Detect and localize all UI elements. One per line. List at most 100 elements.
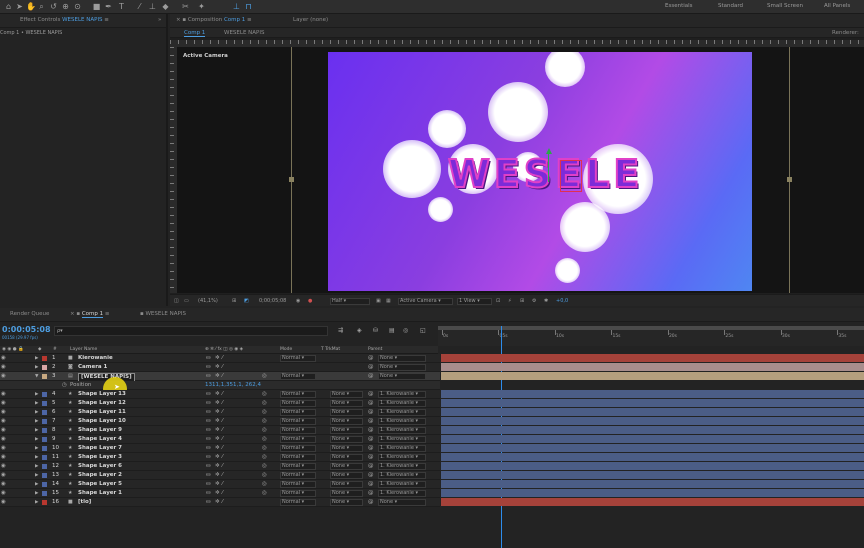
mode-dropdown[interactable]: Normal ▾ [280,418,316,425]
shy-switch-icon[interactable]: ⛀ [206,498,211,507]
parent-dropdown[interactable]: 1. Kierowanie ▾ [378,391,426,398]
layer-duration-bar[interactable] [441,399,864,407]
layer-name[interactable]: Shape Layer 1 [78,489,122,498]
comp-nav-layer[interactable]: WESELE NAPIS [224,30,264,36]
layer-row[interactable]: ◉ ▶ 8 ★ Shape Layer 9 ⛀ ✲ ⁄ ◎ Normal ▾ None ▾ @1. K… [0,426,440,435]
layer-row[interactable]: ◉ ▶ 5 ★ Shape Layer 12 ⛀ ✲ ⁄ ◎ Normal ▾ None ▾ @1. … [0,399,440,408]
layer-row[interactable]: ◉ ▶ 7 ★ Shape Layer 10 ⛀ ✲ ⁄ ◎ Normal ▾ None ▾ @1. … [0,417,440,426]
layer-row[interactable]: ◉ ▶ 10 ★ Shape Layer 7 ⛀ ✲ ⁄ ◎ Normal ▾ None ▾ @1. … [0,444,440,453]
label-color-swatch[interactable] [42,491,47,496]
parent-dropdown[interactable]: 1. Kierowanie ▾ [378,445,426,452]
mode-dropdown[interactable]: Normal ▾ [280,490,316,497]
wesele-text[interactable]: WESELE [447,151,643,197]
collapse-switch-icon[interactable]: ✲ [215,489,220,498]
quality-switch-icon[interactable]: ⁄ [222,417,223,426]
label-color-swatch[interactable] [42,500,47,505]
quality-switch-icon[interactable]: ⁄ [222,462,223,471]
view-dropdown[interactable]: Active Camera ▾ [398,298,453,305]
expand-triangle-icon[interactable]: ▶ [35,480,38,489]
expand-triangle-icon[interactable]: ▼ [35,372,38,381]
visibility-eye-icon[interactable]: ◉ [1,471,6,480]
frame-blending-icon[interactable]: ▤ [389,327,395,334]
layer-row[interactable]: ◉ ▼ 3 ▤ [WESELE NAPIS] ⛀ ✲ ⁄ ◎ Normal ▾ @ None ▾ [0,372,440,382]
layer-row[interactable]: ◉ ▶ 16 ■ [tlo] ⛀ ✲ ⁄ Normal ▾ None ▾ @ None ▾ [0,498,440,507]
quality-switch-icon[interactable]: ⁄ [222,372,223,381]
shy-switch-icon[interactable]: ⛀ [206,480,211,489]
layer-row[interactable]: ◉ ▶ 13 ★ Shape Layer 2 ⛀ ✲ ⁄ ◎ Normal ▾ None ▾ @1. … [0,471,440,480]
shy-switch-icon[interactable]: ⛀ [206,354,211,363]
graph-editor-icon[interactable]: ◱ [420,327,426,334]
trkmat-dropdown[interactable]: None ▾ [330,463,363,470]
pickwhip-icon[interactable]: @ [368,498,374,507]
expand-triangle-icon[interactable]: ▶ [35,354,38,363]
visibility-eye-icon[interactable]: ◉ [1,417,6,426]
mode-dropdown[interactable]: Normal ▾ [280,409,316,416]
pickwhip-icon[interactable]: @ [368,462,374,471]
resolution-dropdown[interactable]: Half ▾ [330,298,370,305]
shy-layers-icon[interactable]: ⛁ [373,327,378,334]
label-color-swatch[interactable] [42,455,47,460]
parent-dropdown[interactable]: 1. Kierowanie ▾ [378,472,426,479]
pen-tool-icon[interactable]: ✒ [104,2,113,11]
expand-triangle-icon[interactable]: ▶ [35,399,38,408]
trkmat-dropdown[interactable]: None ▾ [330,391,363,398]
expand-triangle-icon[interactable]: ▶ [35,426,38,435]
shy-switch-icon[interactable]: ⛀ [206,426,211,435]
render-queue-tab[interactable]: Render Queue [10,311,49,317]
roto-tool-icon[interactable]: ✂ [181,2,190,11]
expand-triangle-icon[interactable]: ▶ [35,471,38,480]
layer-tab[interactable]: Layer (none) [293,17,328,23]
collapse-switch-icon[interactable]: ✲ [215,435,220,444]
brush-tool-icon[interactable]: ⁄ [135,2,144,11]
collapse-switch-icon[interactable]: ✲ [215,390,220,399]
3d-layer-icon[interactable]: ◎ [262,372,267,381]
layer-name[interactable]: Camera 1 [78,363,107,372]
trkmat-dropdown[interactable]: None ▾ [330,472,363,479]
mode-dropdown[interactable]: Normal ▾ [280,436,316,443]
visibility-eye-icon[interactable]: ◉ [1,480,6,489]
visibility-eye-icon[interactable]: ◉ [1,444,6,453]
label-color-swatch[interactable] [42,410,47,415]
mode-dropdown[interactable]: Normal ▾ [280,463,316,470]
visibility-eye-icon[interactable]: ◉ [1,453,6,462]
parent-dropdown[interactable]: 1. Kierowanie ▾ [378,490,426,497]
selection-tool-icon[interactable]: ➤ [15,2,24,11]
shy-switch-icon[interactable]: ⛀ [206,489,211,498]
panel-overflow-icon[interactable]: » [158,17,161,23]
trkmat-dropdown[interactable]: None ▾ [330,400,363,407]
visibility-eye-icon[interactable]: ◉ [1,363,6,372]
collapse-switch-icon[interactable]: ✲ [215,453,220,462]
text-tool-icon[interactable]: T [117,2,126,11]
collapse-switch-icon[interactable]: ✲ [215,498,220,507]
parent-dropdown[interactable]: None ▾ [378,499,426,506]
grid-icon[interactable]: ⊞ [232,298,236,304]
collapse-switch-icon[interactable]: ✲ [215,462,220,471]
layer-row[interactable]: ◉ ▶ 6 ★ Shape Layer 11 ⛀ ✲ ⁄ ◎ Normal ▾ None ▾ @1. … [0,408,440,417]
visibility-eye-icon[interactable]: ◉ [1,462,6,471]
trkmat-dropdown[interactable]: None ▾ [330,418,363,425]
layer-name[interactable]: Shape Layer 13 [78,390,126,399]
hand-tool-icon[interactable]: ✋ [26,2,36,11]
shy-switch-icon[interactable]: ⛀ [206,408,211,417]
layer-row[interactable]: ◉ ▶ 4 ★ Shape Layer 13 ⛀ ✲ ⁄ ◎ Normal ▾ None ▾ @1. … [0,390,440,399]
trkmat-dropdown[interactable]: None ▾ [330,454,363,461]
position-property-row[interactable]: ◷ Position 1311,1,351,1, 262,4 ➤ [0,377,440,401]
3d-layer-icon[interactable]: ◎ [262,453,267,462]
mode-header[interactable]: Mode [280,346,292,354]
clone-tool-icon[interactable]: ⊥ [148,2,157,11]
parent-dropdown[interactable]: None ▾ [378,364,426,371]
comp-mini-flowchart-icon[interactable]: ⇶ [338,327,343,334]
expand-triangle-icon[interactable]: ▶ [35,408,38,417]
label-color-swatch[interactable] [42,482,47,487]
layer-duration-bar[interactable] [441,390,864,398]
mode-dropdown[interactable]: Normal ▾ [280,472,316,479]
collapse-switch-icon[interactable]: ✲ [215,372,220,381]
layer-row[interactable]: ◉ ▶ 1 ■ Kierowanie ⛀ ✲ ⁄ Normal ▾ @ None ▾ [0,354,440,363]
layer-duration-bar[interactable] [441,363,864,371]
layer-duration-bar[interactable] [441,426,864,434]
pickwhip-icon[interactable]: @ [368,372,374,381]
trkmat-dropdown[interactable]: None ▾ [330,499,363,506]
3d-layer-icon[interactable]: ◎ [262,426,267,435]
camera-tool-icon[interactable]: ⊕ [61,2,70,11]
timeline-comp-tab[interactable]: × ▪ Comp 1 ≡ [70,311,110,318]
